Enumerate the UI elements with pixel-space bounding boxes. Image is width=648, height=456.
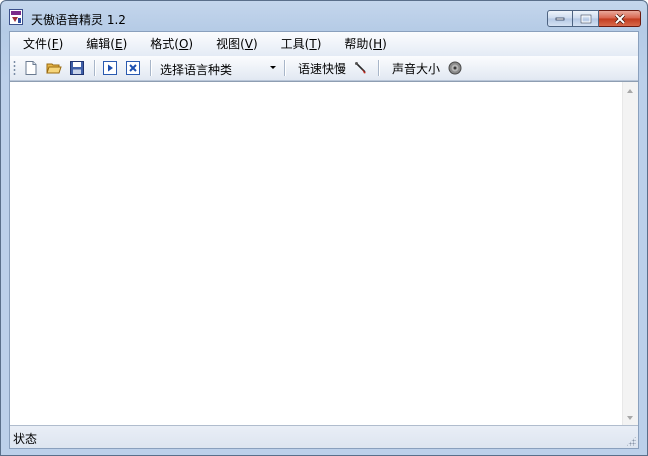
toolbar: 选择语言种类 语速快慢 声音大小	[10, 56, 638, 81]
window-title: 天傲语音精灵 1.2	[31, 13, 126, 27]
scroll-down-icon[interactable]	[627, 416, 633, 420]
language-select[interactable]: 选择语言种类	[158, 59, 280, 77]
app-window: 天傲语音精灵 1.2 文件(F) 编辑(E) 格式(O) 视图(V) 工具(T)…	[0, 0, 648, 456]
menu-tools[interactable]: 工具(T)	[268, 34, 332, 54]
save-icon	[70, 61, 84, 75]
toolbar-separator	[150, 60, 152, 76]
app-logo-icon	[9, 9, 23, 25]
text-editor-area	[10, 81, 638, 427]
status-bar: 状态	[10, 425, 638, 448]
menu-format[interactable]: 格式(O)	[137, 34, 203, 54]
menu-file[interactable]: 文件(F)	[10, 34, 73, 54]
open-folder-icon	[46, 63, 62, 74]
new-button[interactable]	[21, 58, 41, 78]
status-text: 状态	[13, 432, 38, 446]
open-button[interactable]	[44, 58, 64, 78]
maximize-button[interactable]	[573, 10, 599, 27]
vertical-scrollbar[interactable]	[622, 82, 638, 427]
maximize-icon	[580, 14, 591, 23]
stop-icon	[126, 61, 140, 75]
resize-grip[interactable]	[626, 436, 636, 446]
toolbar-separator	[378, 60, 381, 76]
toolbar-separator	[94, 60, 96, 76]
close-icon	[614, 13, 625, 24]
caption-buttons	[547, 10, 641, 28]
stop-button[interactable]	[123, 58, 143, 78]
minimize-button[interactable]	[547, 10, 573, 27]
play-icon	[103, 61, 117, 75]
speed-button[interactable]	[351, 58, 371, 78]
menu-edit[interactable]: 编辑(E)	[73, 34, 137, 54]
title-bar[interactable]: 天傲语音精灵 1.2	[1, 1, 647, 31]
menu-view[interactable]: 视图(V)	[203, 34, 268, 54]
menu-bar: 文件(F) 编辑(E) 格式(O) 视图(V) 工具(T) 帮助(H)	[10, 32, 638, 56]
menu-help[interactable]: 帮助(H)	[331, 34, 396, 54]
client-area: 文件(F) 编辑(E) 格式(O) 视图(V) 工具(T) 帮助(H) 选择语言…	[9, 31, 639, 449]
text-editor[interactable]	[10, 82, 622, 425]
play-button[interactable]	[100, 58, 120, 78]
toolbar-separator	[284, 60, 286, 76]
minimize-icon	[555, 17, 565, 20]
scroll-up-icon[interactable]	[627, 89, 633, 93]
close-button[interactable]	[599, 10, 641, 27]
speed-label: 语速快慢	[298, 61, 347, 76]
speaker-icon	[448, 61, 462, 75]
new-file-icon	[25, 61, 37, 75]
toolbar-grip[interactable]	[13, 60, 16, 76]
speed-needle-icon	[355, 62, 367, 74]
save-button[interactable]	[67, 58, 87, 78]
language-select-value: 选择语言种类	[160, 63, 233, 77]
volume-button[interactable]	[445, 58, 465, 78]
volume-label: 声音大小	[392, 61, 441, 76]
chevron-down-icon	[270, 66, 276, 69]
